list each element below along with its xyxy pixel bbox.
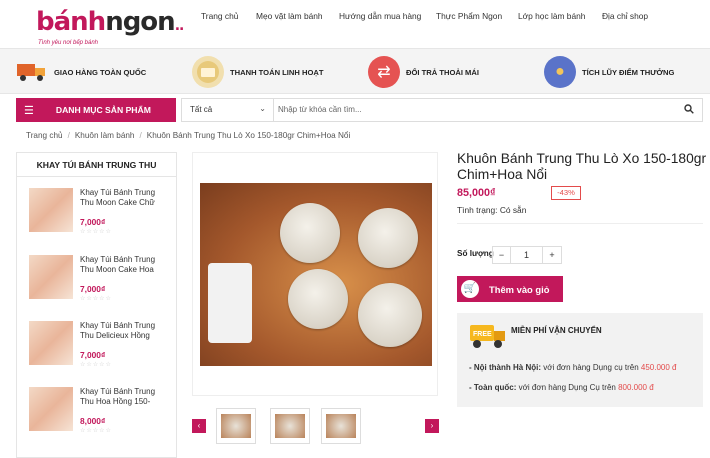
feature-label: ĐỔI TRẢ THOẢI MÁI [406, 67, 479, 77]
piggy-bank-icon: ● [544, 56, 576, 88]
add-to-cart-label: Thêm vào giỏ [489, 283, 550, 295]
category-menu-button[interactable]: ☰ DANH MỤC SẢN PHẨM [16, 98, 176, 122]
shipping-line-hanoi: - Nội thành Hà Nội: với đơn hàng Dụng cụ… [469, 363, 677, 372]
mold-press [208, 263, 252, 343]
quantity-label: Số lượng [457, 249, 494, 258]
discount-badge: -43% [551, 186, 581, 200]
rating-stars-icon: ☆☆☆☆☆ [80, 428, 112, 434]
delivery-truck-icon [16, 56, 48, 88]
search-category-value: Tất cả [190, 105, 213, 114]
divider [457, 223, 703, 224]
rating-stars-icon: ☆☆☆☆☆ [80, 296, 112, 302]
nav-guide[interactable]: Hướng dẫn mua hàng [339, 11, 421, 21]
shipping-title: MIỄN PHÍ VẬN CHUYỂN [511, 326, 602, 335]
breadcrumb-current: Khuôn Bánh Trung Thu Lò Xo 150-180gr Chi… [146, 131, 351, 140]
rating-stars-icon: ☆☆☆☆☆ [80, 229, 112, 235]
quantity-input[interactable]: 1 [511, 247, 543, 263]
product-price: 7,000₫ [80, 350, 106, 360]
thumbnail[interactable] [321, 408, 361, 444]
nav-home[interactable]: Trang chủ [201, 11, 238, 21]
decrease-button[interactable]: − [493, 247, 511, 263]
logo-text-secondary: ngon [105, 7, 175, 37]
feature-return: ⇄ ĐỔI TRẢ THOẢI MÁI [368, 54, 479, 90]
search-bar: Tất cả ⌄ Nhập từ khóa cần tìm... [181, 98, 703, 122]
cart-icon: 🛒 [461, 280, 479, 298]
breadcrumb-category[interactable]: Khuôn làm bánh [75, 131, 135, 140]
product-photo [200, 183, 432, 366]
list-item[interactable]: Khay Túi Bánh Trung Thu Hoa Hồng 150- 8,… [29, 387, 169, 447]
search-icon[interactable] [684, 104, 694, 117]
increase-button[interactable]: + [543, 247, 561, 263]
shipping-info: FREE MIỄN PHÍ VẬN CHUYỂN - Nội thành Hà … [457, 313, 703, 407]
site-logo[interactable]: bánhngon.. Tình yêu nơi bếp bánh [36, 7, 184, 48]
chevron-left-icon[interactable]: ‹ [192, 419, 206, 433]
free-badge-text: FREE [473, 331, 492, 338]
shipping-line-national: - Toàn quốc: với đơn hàng Dụng Cụ trên 8… [469, 383, 654, 392]
product-price: 7,000₫ [80, 217, 106, 227]
logo-tagline: Tình yêu nơi bếp bánh [38, 40, 99, 46]
product-name[interactable]: Khay Túi Bánh Trung Thu Moon Cake Chữ [80, 188, 168, 218]
add-to-cart-button[interactable]: 🛒 Thêm vào giỏ [457, 276, 563, 302]
breadcrumb-home[interactable]: Trang chủ [26, 131, 63, 140]
payment-card-icon [192, 56, 224, 88]
nav-address[interactable]: Địa chỉ shop [602, 11, 648, 21]
product-main-image[interactable] [192, 152, 438, 396]
product-price: 8,000₫ [80, 416, 106, 426]
feature-label: THANH TOÁN LINH HOẠT [230, 67, 324, 77]
list-item[interactable]: Khay Túi Bánh Trung Thu Moon Cake Hoa 7,… [29, 255, 169, 315]
category-menu-label: DANH MỤC SẢN PHẨM [55, 105, 151, 115]
chevron-right-icon[interactable]: › [425, 419, 439, 433]
rating-stars-icon: ☆☆☆☆☆ [80, 362, 112, 368]
product-title: Khuôn Bánh Trung Thu Lò Xo 150-180gr Chi… [457, 151, 707, 182]
product-thumbnail[interactable] [29, 188, 73, 232]
nav-food[interactable]: Thực Phẩm Ngon [436, 11, 502, 21]
logo-text-primary: bánh [36, 7, 106, 37]
product-name[interactable]: Khay Túi Bánh Trung Thu Delicieux Hồng [80, 321, 168, 351]
feature-payment: THANH TOÁN LINH HOẠT [192, 54, 324, 90]
product-thumbnail[interactable] [29, 255, 73, 299]
breadcrumb: Trang chủ / Khuôn làm bánh / Khuôn Bánh Trun… [26, 131, 351, 140]
nav-tips[interactable]: Mẹo vặt làm bánh [256, 11, 323, 21]
chevron-down-icon: ⌄ [259, 104, 266, 113]
quantity-stepper: − 1 + [492, 246, 562, 264]
product-price-main: 85,000₫ [457, 187, 496, 199]
sidebar-title: KHAY TÚI BÁNH TRUNG THU [17, 153, 176, 177]
search-category-select[interactable]: Tất cả ⌄ [182, 99, 274, 121]
list-item[interactable]: Khay Túi Bánh Trung Thu Delicieux Hồng 7… [29, 321, 169, 381]
search-input[interactable]: Nhập từ khóa cần tìm... [278, 105, 362, 114]
product-name[interactable]: Khay Túi Bánh Trung Thu Moon Cake Hoa [80, 255, 168, 285]
product-thumbnail[interactable] [29, 387, 73, 431]
feature-label: GIAO HÀNG TOÀN QUỐC [54, 67, 147, 77]
list-item[interactable]: Khay Túi Bánh Trung Thu Moon Cake Chữ 7,… [29, 188, 169, 248]
feature-bar: GIAO HÀNG TOÀN QUỐC THANH TOÁN LINH HOẠT… [0, 48, 710, 94]
product-price: 7,000₫ [80, 284, 106, 294]
feature-delivery: GIAO HÀNG TOÀN QUỐC [16, 54, 146, 90]
nav-class[interactable]: Lớp học làm bánh [518, 11, 585, 21]
hamburger-icon: ☰ [24, 104, 34, 117]
product-name[interactable]: Khay Túi Bánh Trung Thu Hoa Hồng 150- [80, 387, 168, 417]
thumbnail[interactable] [270, 408, 310, 444]
return-arrows-icon: ⇄ [368, 56, 400, 88]
feature-points: ● TÍCH LŨY ĐIỂM THƯỞNG [544, 54, 674, 90]
thumbnail[interactable] [216, 408, 256, 444]
product-thumbnail[interactable] [29, 321, 73, 365]
feature-label: TÍCH LŨY ĐIỂM THƯỞNG [582, 67, 675, 77]
free-shipping-truck-icon: FREE [469, 321, 507, 351]
sidebar-related: KHAY TÚI BÁNH TRUNG THU Khay Túi Bánh Tr… [16, 152, 177, 458]
stock-status: Tình trạng: Có sẵn [457, 205, 527, 215]
